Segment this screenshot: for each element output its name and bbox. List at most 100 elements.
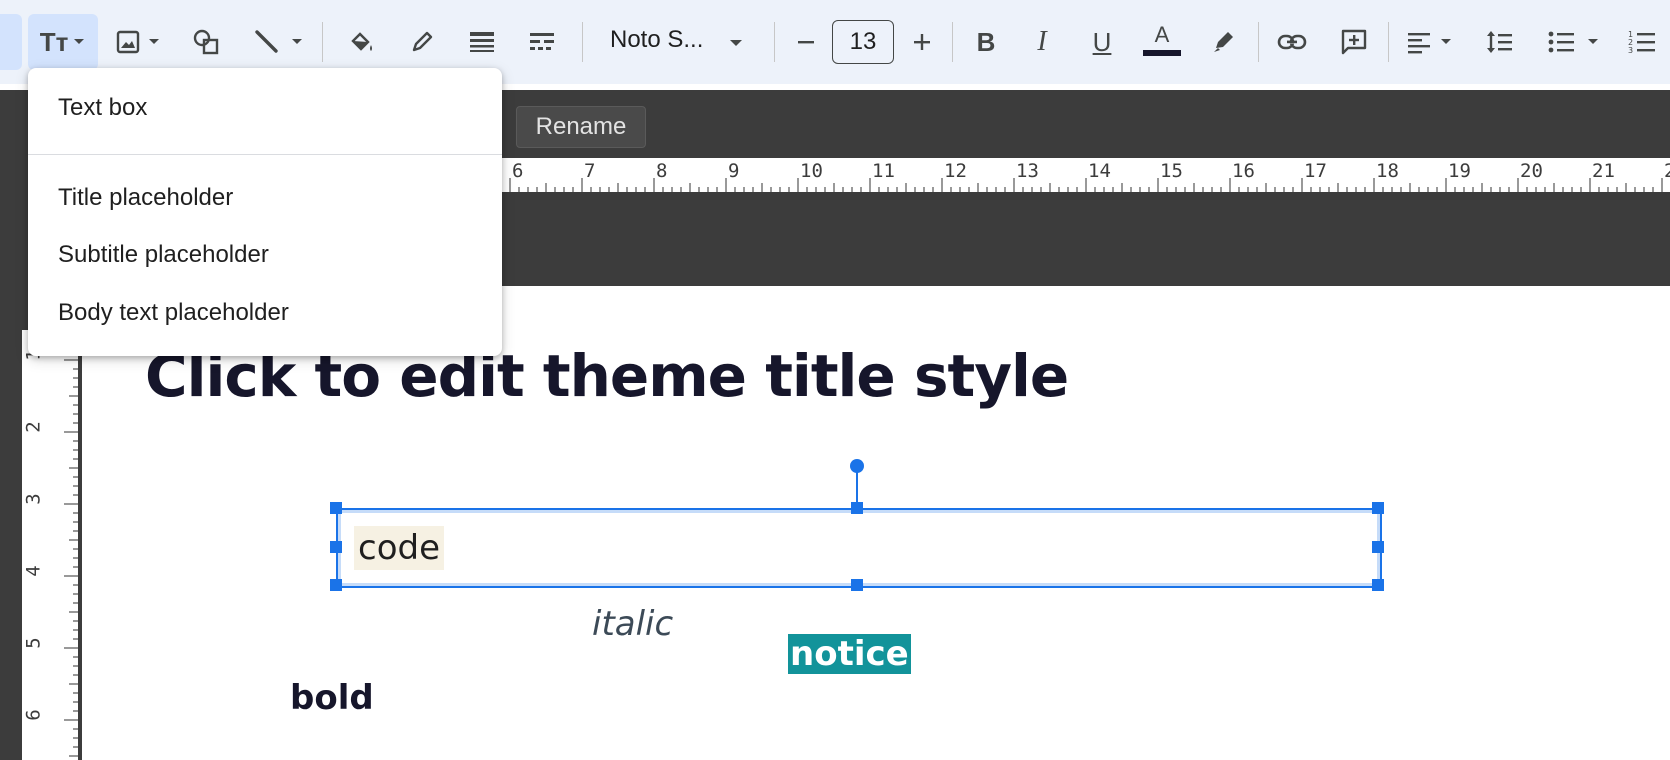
ruler-number: 11 [872,160,895,182]
ruler-number: 17 [1304,160,1327,182]
font-family-select[interactable]: Noto S... [600,20,750,64]
menu-item-text-box[interactable]: Text box [58,94,147,122]
font-size-value: 13 [849,28,877,55]
decrease-font-icon [798,41,814,44]
underline-icon: U [1092,26,1112,57]
increase-font-icon [914,34,930,50]
bulleted-list-button[interactable] [1538,20,1608,64]
toolbar-divider [1258,22,1259,62]
ruler-number: 12 [944,160,967,182]
ruler-number: 9 [728,160,740,182]
resize-handle-right[interactable] [1372,541,1384,553]
text-box-menu: Text box Title placeholder Subtitle plac… [28,68,502,356]
ruler-number: 2 [22,421,45,433]
menu-item-body-text-placeholder[interactable]: Body text placeholder [58,299,289,327]
border-dash-button[interactable] [520,20,564,64]
rename-button[interactable]: Rename [516,106,646,148]
ruler-number: 19 [1448,160,1471,182]
selected-text-box[interactable] [336,508,1382,588]
ruler-number: 8 [656,160,668,182]
toolbar-divider [322,22,323,62]
toolbar-divider [952,22,953,62]
text-tool-button[interactable]: Tт [28,14,98,70]
resize-handle-left[interactable] [330,541,342,553]
menu-divider [28,154,502,155]
line-spacing-icon [1487,31,1512,53]
resize-handle-bottom-right[interactable] [1372,579,1384,591]
line-spacing-button[interactable] [1478,20,1522,64]
link-icon [1277,34,1307,50]
increase-font-size-button[interactable] [902,20,942,64]
chevron-down-icon [1441,39,1451,44]
bold-icon: B [976,26,996,57]
horizontal-ruler: 6 7 8 9 10 11 12 13 14 15 16 17 18 19 20 21 2 [500,158,1670,192]
chevron-down-icon [149,39,159,44]
highlight-color-button[interactable] [1202,20,1246,64]
text-color-swatch [1143,50,1181,56]
italic-button[interactable]: I [1020,20,1064,64]
resize-handle-bottom-left[interactable] [330,579,342,591]
bold-text[interactable]: bold [290,678,374,718]
svg-text:3: 3 [1628,46,1633,55]
bulleted-list-icon [1548,31,1574,53]
add-comment-button[interactable] [1332,20,1376,64]
resize-handle-top-left[interactable] [330,502,342,514]
line-button[interactable] [246,20,310,64]
ruler-number: 16 [1232,160,1255,182]
fill-color-button[interactable] [340,20,384,64]
text-color-icon: A [1154,22,1170,47]
ruler-number: 5 [22,637,45,649]
vertical-ruler-ticks [64,359,78,757]
text-color-button[interactable]: A [1140,16,1184,64]
vertical-ruler: 123456 [22,330,78,760]
numbered-list-button[interactable]: 123 [1620,20,1664,64]
shapes-icon [193,29,219,55]
italic-text[interactable]: italic [592,604,673,644]
ruler-number: 3 [22,493,45,505]
italic-icon: I [1037,26,1047,57]
toolbar-divider [774,22,775,62]
border-color-button[interactable] [400,20,444,64]
font-size-input[interactable]: 13 [832,20,894,64]
resize-handle-top[interactable] [851,502,863,514]
ruler-number: 6 [22,709,45,721]
shapes-button[interactable] [186,20,226,64]
image-icon [116,30,140,54]
ruler-number: 4 [22,565,45,577]
toolbar-divider [582,22,583,62]
border-weight-button[interactable] [460,20,504,64]
decrease-font-size-button[interactable] [786,20,826,64]
code-text[interactable]: code [354,526,444,570]
chevron-down-icon [1588,39,1598,44]
menu-item-title-placeholder[interactable]: Title placeholder [58,184,233,212]
rotation-handle[interactable] [850,459,864,473]
ruler-number: 7 [584,160,596,182]
line-icon [255,30,278,53]
border-dash-icon [530,33,554,50]
menu-item-subtitle-placeholder[interactable]: Subtitle placeholder [58,241,269,269]
rename-label: Rename [535,113,627,140]
ruler-number: 20 [1520,160,1543,182]
ruler-number: 18 [1376,160,1399,182]
image-button[interactable] [106,20,170,64]
horizontal-ruler-ticks [509,178,1663,192]
align-icon [1408,33,1430,54]
notice-text[interactable]: notice [788,634,911,674]
underline-button[interactable]: U [1080,20,1124,64]
bold-button[interactable]: B [964,20,1008,64]
resize-handle-bottom[interactable] [851,579,863,591]
ruler-number: 21 [1592,160,1615,182]
insert-link-button[interactable] [1270,20,1314,64]
numbered-list-icon: 123 [1628,30,1655,55]
toolbar-left-edge [0,14,22,70]
text-box-icon: Tт [39,26,69,57]
resize-handle-top-right[interactable] [1372,502,1384,514]
align-button[interactable] [1398,20,1460,64]
toolbar-divider [1388,22,1389,62]
font-family-value: Noto S... [610,26,704,53]
ruler-number: 6 [512,160,524,182]
ruler-number: 2 [1664,160,1670,182]
border-color-icon [412,31,433,52]
chevron-down-icon [74,39,85,44]
chevron-down-icon [292,39,302,44]
